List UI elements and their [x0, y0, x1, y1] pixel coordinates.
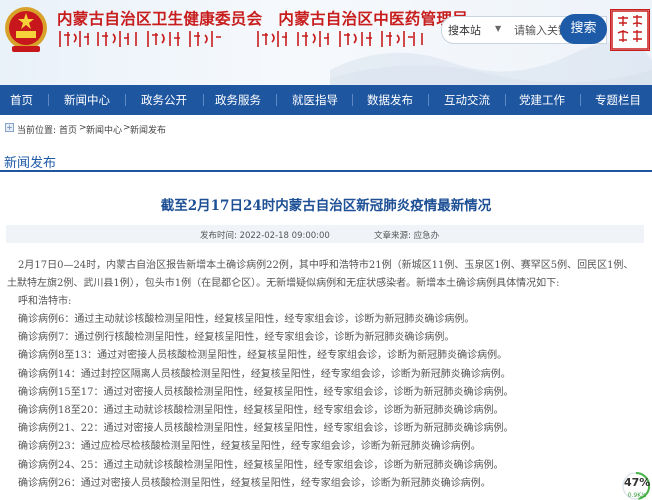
article-paragraph: 2月17日0—24时，内蒙古自治区报告新增本土确诊病例22例，其中呼和浩特市21…	[18, 260, 634, 271]
article-paragraph: 土默特左旗2例、武川县1例），包头市1例（在昆都仑区）。无新增疑似病例和无症状感…	[7, 278, 560, 289]
nav-divider	[203, 94, 204, 106]
nav-medical-guide[interactable]: 就医指导	[292, 85, 338, 115]
nav-interaction[interactable]: 互动交流	[444, 85, 490, 115]
nav-home[interactable]: 首页	[10, 85, 33, 115]
search-scope-select[interactable]: 搜本站	[448, 22, 481, 38]
chevron-down-icon[interactable]: ▼	[495, 24, 501, 33]
article-paragraph: 确诊病例15至17：通过对密接人员核酸检测呈阳性，经复核呈阳性，经专家组会诊，诊…	[18, 387, 514, 398]
article-source: 文章来源: 应急办	[374, 231, 440, 241]
site-title: 内蒙古自治区卫生健康委员会 内蒙古自治区中医药管理局	[57, 7, 484, 29]
search-button[interactable]: 搜索	[560, 14, 607, 44]
main-nav: 首页 新闻中心 政务公开 政务服务 就医指导 数据发布 互动交流 党建工作 专题…	[0, 85, 652, 115]
nav-divider	[428, 94, 429, 106]
article-paragraph: 确诊病例23：通过应检尽检核酸检测呈阳性，经复核呈阳性，经专家组会诊，诊断为新冠…	[18, 441, 481, 452]
nav-divider	[352, 94, 353, 106]
nav-data-release[interactable]: 数据发布	[367, 85, 413, 115]
nav-divider	[48, 94, 49, 106]
breadcrumb-home[interactable]: 首页	[59, 123, 77, 136]
site-header: 内蒙古自治区卫生健康委员会内蒙古自治区中医药管理局 搜本站 ▼ 搜索	[0, 0, 652, 85]
site-title-tcm-bureau[interactable]: 内蒙古自治区中医药管理局	[278, 9, 468, 28]
nav-divider	[505, 94, 506, 106]
section-divider	[0, 170, 652, 172]
nav-divider	[125, 94, 126, 106]
network-percent: 47%	[624, 476, 651, 489]
site-title-health-commission[interactable]: 内蒙古自治区卫生健康委员会	[57, 9, 262, 28]
article-paragraph: 确诊病例14：通过封控区隔离人员核酸检测呈阳性，经复核呈阳性，经专家组会诊，诊断…	[18, 369, 511, 380]
breadcrumb-news-center[interactable]: 新闻中心	[86, 123, 122, 136]
tcm-seal-logo-icon[interactable]	[610, 9, 650, 51]
article-title: 截至2月17日24时内蒙古自治区新冠肺炎疫情最新情况	[160, 198, 492, 214]
article-paragraph: 确诊病例8至13：通过对密接人员核酸检测呈阳性，经复核呈阳性，经专家组会诊，诊断…	[18, 350, 508, 361]
article-paragraph: 确诊病例7：通过例行核酸检测呈阳性，经复核呈阳性，经专家组会诊，诊断为新冠肺炎确…	[18, 332, 455, 343]
mongolian-script-title	[59, 31, 423, 47]
network-speed: 0.9K/s	[627, 492, 647, 499]
breadcrumb-prefix: 当前位置:	[17, 126, 57, 136]
publish-time: 发布时间: 2022-02-18 09:00:00	[200, 231, 330, 241]
nav-government-affairs[interactable]: 政务公开	[141, 85, 187, 115]
article-paragraph: 确诊病例21、22：通过对密接人员核酸检测呈阳性，经复核呈阳性，经专家组会诊，诊…	[18, 423, 514, 434]
article-paragraph: 确诊病例6：通过主动就诊核酸检测呈阳性，经复核呈阳性，经专家组会诊，诊断为新冠肺…	[18, 314, 475, 325]
nav-special-topics[interactable]: 专题栏目	[595, 85, 641, 115]
national-emblem-icon	[5, 7, 47, 52]
nav-divider	[276, 94, 277, 106]
nav-government-services[interactable]: 政务服务	[215, 85, 261, 115]
article-paragraph: 确诊病例26：通过对密接人员核酸检测呈阳性，经复核呈阳性，经专家组会诊，诊断为新…	[18, 478, 491, 489]
article-paragraph: 确诊病例24、25：通过主动就诊核酸检测呈阳性，经复核呈阳性，经专家组会诊，诊断…	[18, 460, 504, 471]
section-title: 新闻发布	[4, 156, 57, 171]
breadcrumb-news-release[interactable]: 新闻发布	[130, 123, 166, 136]
article-paragraph: 呼和浩特市:	[18, 296, 72, 307]
nav-news-center[interactable]: 新闻中心	[64, 85, 110, 115]
article-meta: 发布时间: 2022-02-18 09:00:00 文章来源: 应急办	[6, 225, 644, 243]
nav-party-building[interactable]: 党建工作	[519, 85, 565, 115]
location-icon	[5, 123, 14, 132]
breadcrumb: 当前位置: 首页 > 新闻中心 > 新闻发布	[0, 115, 652, 143]
nav-divider	[580, 94, 581, 106]
article-paragraph: 确诊病例18至20：通过主动就诊核酸检测呈阳性，经复核呈阳性，经专家组会诊，诊断…	[18, 405, 504, 416]
